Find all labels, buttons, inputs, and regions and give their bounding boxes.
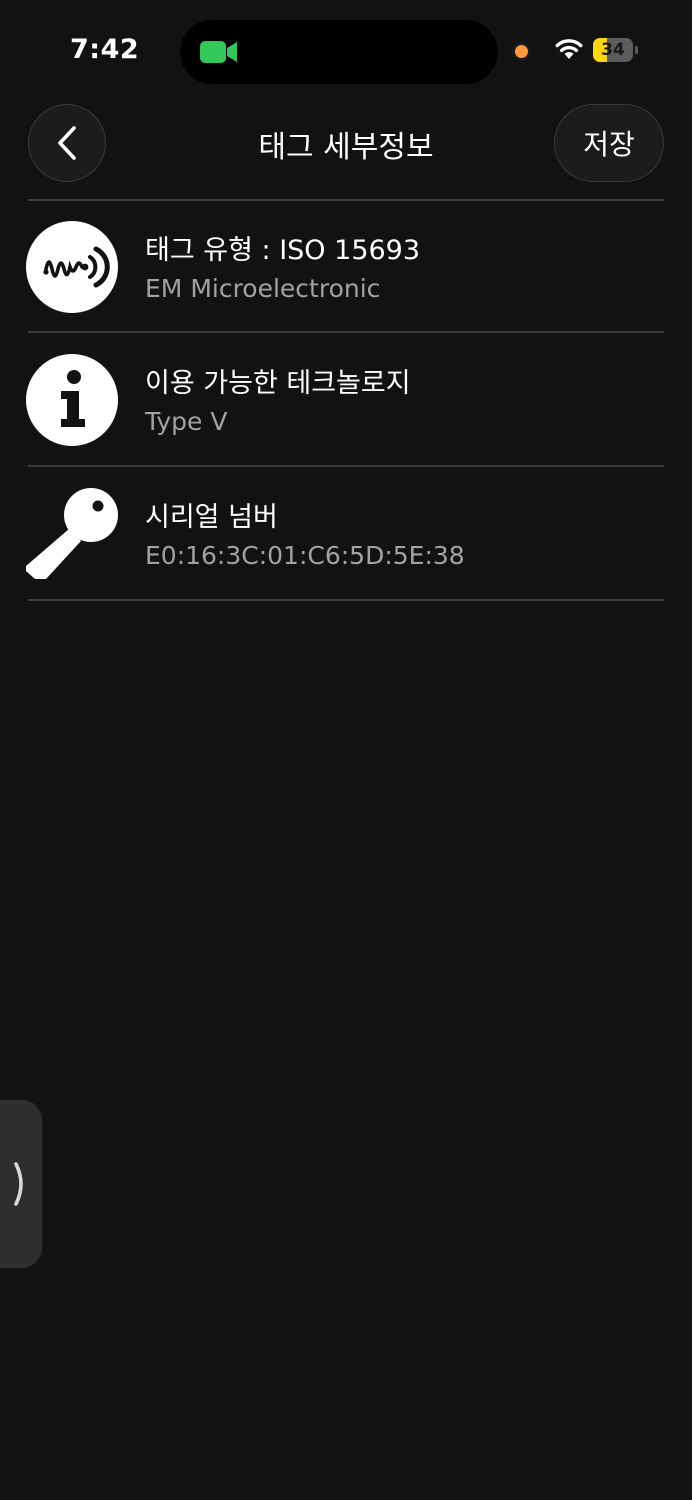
save-button[interactable]: 저장 <box>554 104 664 182</box>
status-bar: 7:42 34 <box>0 0 692 100</box>
battery-nub <box>635 46 638 54</box>
divider <box>28 599 664 601</box>
row-subtitle: Type V <box>145 407 228 436</box>
row-title: 시리얼 넘버 <box>145 502 278 533</box>
info-icon <box>26 354 118 446</box>
key-icon <box>26 488 118 579</box>
list-item-serial-number[interactable]: 시리얼 넘버 E0:16:3C:01:C6:5D:5E:38 <box>0 467 692 599</box>
row-title: 이용 가능한 테크놀로지 <box>145 368 411 399</box>
row-title: 태그 유형 : ISO 15693 <box>145 235 421 266</box>
chevron-left-icon <box>58 126 76 160</box>
battery-icon: 34 <box>593 38 633 62</box>
back-button[interactable] <box>28 104 106 182</box>
page-title: 태그 세부정보 <box>258 130 434 165</box>
row-subtitle: E0:16:3C:01:C6:5D:5E:38 <box>145 541 465 570</box>
battery-level: 34 <box>601 40 625 60</box>
row-subtitle: EM Microelectronic <box>145 274 381 303</box>
chevron-right-icon <box>14 1162 23 1206</box>
facetime-camera-icon <box>200 41 237 63</box>
status-time: 7:42 <box>70 34 140 65</box>
list-item-tag-type[interactable]: 태그 유형 : ISO 15693 EM Microelectronic <box>0 200 692 332</box>
wifi-icon <box>555 39 583 59</box>
list-item-technology[interactable]: 이용 가능한 테크놀로지 Type V <box>0 333 692 465</box>
side-drawer-handle[interactable] <box>0 1100 42 1268</box>
mic-in-use-indicator <box>515 45 528 58</box>
screen: 7:42 34 태그 세부정보 저장 태그 유형: ISO 15693 EM … <box>0 0 692 1500</box>
nfc-signal-icon <box>26 221 118 313</box>
dynamic-island[interactable] <box>180 20 498 84</box>
